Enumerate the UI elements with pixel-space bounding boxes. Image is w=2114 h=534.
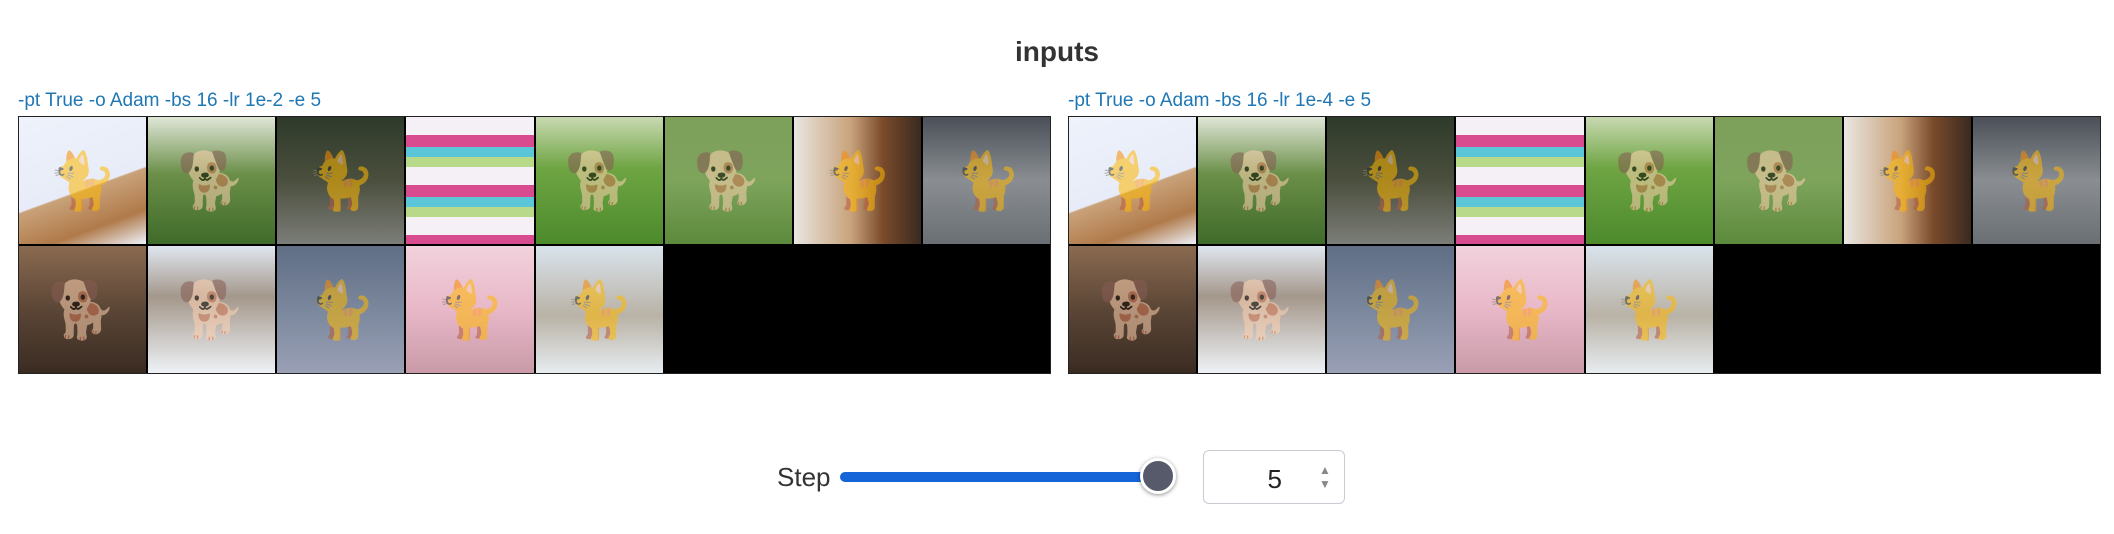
- image-tile: 🐕: [1585, 117, 1713, 244]
- dog-icon: 🐕: [47, 277, 118, 343]
- image-tile: [406, 117, 534, 244]
- page: inputs -pt True -o Adam -bs 16 -lr 1e-2 …: [0, 0, 2114, 534]
- image-tile: 🐈: [922, 117, 1050, 244]
- image-tile: 🐈: [19, 117, 147, 244]
- dog-icon: 🐕: [1614, 148, 1684, 214]
- image-tile: 🐕: [19, 246, 147, 373]
- step-number-input[interactable]: 5 ▲ ▼: [1203, 450, 1345, 504]
- dog-icon: 🐕: [1097, 277, 1168, 343]
- empty-tile: [793, 246, 921, 373]
- image-tile: 🐕: [664, 117, 792, 244]
- cat-icon: 🐈: [822, 148, 893, 214]
- empty-tile: [664, 246, 792, 373]
- image-tile: 🐕: [1069, 246, 1197, 373]
- step-slider-fill: [840, 472, 1158, 482]
- image-tile: 🐈: [1069, 117, 1197, 244]
- step-value: 5: [1267, 464, 1282, 494]
- image-tile: 🐈: [1327, 117, 1455, 244]
- empty-tile: [922, 246, 1050, 373]
- image-tile: 🐕: [535, 117, 663, 244]
- empty-tile: [1972, 246, 2100, 373]
- stepper-arrows[interactable]: ▲ ▼: [1318, 463, 1332, 491]
- image-tile: 🐈: [277, 117, 405, 244]
- cat-icon: 🐈: [1355, 277, 1426, 343]
- image-tile: 🐕: [148, 246, 276, 373]
- cat-icon: 🐈: [305, 277, 376, 343]
- image-panel-lr-1e-4: -pt True -o Adam -bs 16 -lr 1e-4 -e 5 🐈 …: [1068, 88, 2101, 374]
- image-panel-lr-1e-2: -pt True -o Adam -bs 16 -lr 1e-2 -e 5 🐈 …: [18, 88, 1051, 374]
- dog-icon: 🐕: [1743, 148, 1814, 214]
- run-label: -pt True -o Adam -bs 16 -lr 1e-2 -e 5: [18, 90, 322, 111]
- cat-icon: 🐈: [435, 277, 505, 343]
- empty-tile: [1714, 246, 1842, 373]
- cat-icon: 🐈: [564, 277, 634, 343]
- image-tile: 🐈: [406, 246, 534, 373]
- step-control: Step 5 ▲ ▼: [0, 450, 2114, 506]
- image-tile: 🐈: [793, 117, 921, 244]
- cat-icon: 🐈: [305, 148, 376, 214]
- image-tile: 🐈: [1843, 117, 1971, 244]
- cat-icon: 🐈: [1097, 148, 1168, 214]
- image-tile: 🐈: [1456, 246, 1584, 373]
- cat-icon: 🐈: [2001, 148, 2072, 214]
- image-tile: 🐕: [1198, 117, 1326, 244]
- image-tile: 🐕: [148, 117, 276, 244]
- chevron-down-icon[interactable]: ▼: [1318, 477, 1332, 491]
- image-tile: 🐈: [1585, 246, 1713, 373]
- dog-icon: 🐕: [176, 277, 247, 343]
- image-tile: 🐈: [277, 246, 405, 373]
- dog-icon: 🐕: [1226, 277, 1297, 343]
- dog-icon: 🐕: [1226, 148, 1297, 214]
- run-label: -pt True -o Adam -bs 16 -lr 1e-4 -e 5: [1068, 90, 1372, 111]
- section-title: inputs: [1015, 36, 1099, 67]
- step-slider-thumb[interactable]: [1140, 458, 1176, 494]
- cat-icon: 🐈: [1872, 148, 1943, 214]
- cat-icon: 🐈: [1614, 277, 1684, 343]
- cat-icon: 🐈: [951, 148, 1022, 214]
- image-tile: 🐕: [1198, 246, 1326, 373]
- step-slider-track[interactable]: [840, 472, 1158, 482]
- dog-icon: 🐕: [693, 148, 764, 214]
- cat-icon: 🐈: [47, 148, 118, 214]
- dog-icon: 🐕: [564, 148, 634, 214]
- step-label: Step: [777, 462, 831, 492]
- image-tile: 🐈: [1327, 246, 1455, 373]
- image-grid: 🐈 🐕 🐈 🐕 🐕 🐈 🐈 🐕 🐕 🐈 🐈 🐈: [1068, 116, 2101, 374]
- cat-icon: 🐈: [1355, 148, 1426, 214]
- empty-tile: [1843, 246, 1971, 373]
- cat-icon: 🐈: [1485, 277, 1555, 343]
- image-tile: 🐈: [1972, 117, 2100, 244]
- image-tile: 🐕: [1714, 117, 1842, 244]
- image-tile: [1456, 117, 1584, 244]
- dog-icon: 🐕: [176, 148, 247, 214]
- image-tile: 🐈: [535, 246, 663, 373]
- image-grid: 🐈 🐕 🐈 🐕 🐕 🐈 🐈 🐕 🐕 🐈 🐈 🐈: [18, 116, 1051, 374]
- chevron-up-icon[interactable]: ▲: [1318, 463, 1332, 477]
